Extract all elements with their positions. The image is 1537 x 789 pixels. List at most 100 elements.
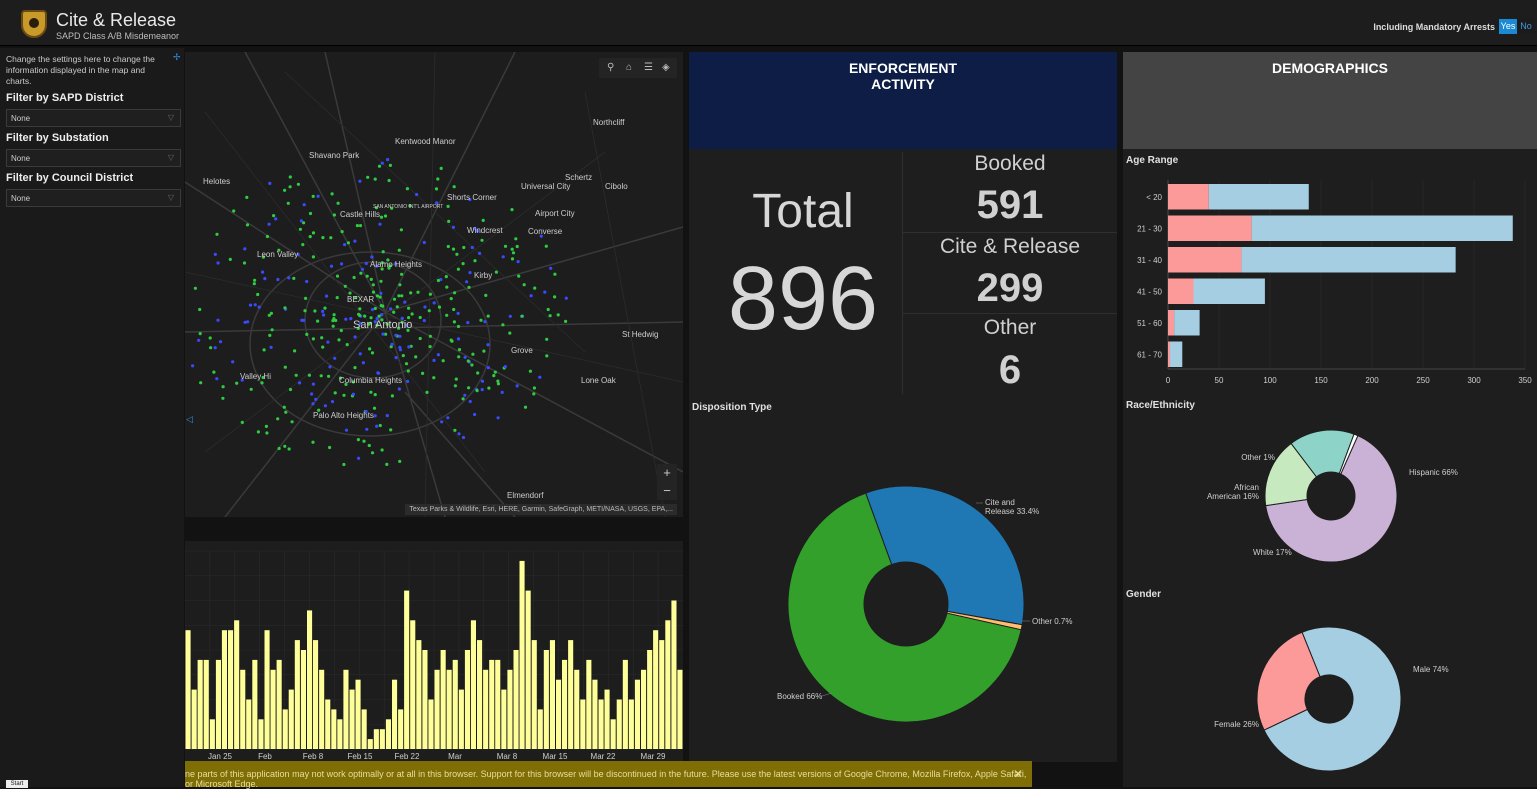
incident-point[interactable]	[482, 349, 486, 353]
incident-point[interactable]	[532, 392, 536, 396]
incident-point[interactable]	[381, 332, 385, 336]
incident-point[interactable]	[436, 353, 440, 357]
incident-point[interactable]	[410, 312, 414, 316]
timeline-bar[interactable]	[221, 630, 227, 749]
incident-point[interactable]	[328, 365, 332, 369]
incident-point[interactable]	[421, 371, 425, 375]
incident-point[interactable]	[516, 260, 520, 264]
timeline-bar[interactable]	[307, 610, 313, 749]
age-bar-segment[interactable]	[1168, 247, 1242, 273]
timeline-bar[interactable]	[392, 679, 398, 749]
incident-point[interactable]	[323, 306, 327, 310]
incident-point[interactable]	[282, 405, 286, 409]
incident-point[interactable]	[330, 192, 334, 196]
incident-point[interactable]	[476, 371, 480, 375]
incident-point[interactable]	[436, 177, 440, 181]
timeline-bar[interactable]	[191, 689, 197, 749]
incident-point[interactable]	[529, 294, 533, 298]
incident-point[interactable]	[283, 365, 287, 369]
incident-point[interactable]	[508, 331, 512, 335]
incident-point[interactable]	[346, 241, 350, 245]
incident-point[interactable]	[375, 424, 379, 428]
timeline-bar[interactable]	[616, 699, 622, 750]
incident-point[interactable]	[441, 359, 445, 363]
timeline-bar[interactable]	[325, 699, 331, 750]
timeline-bar[interactable]	[434, 669, 440, 749]
incident-point[interactable]	[380, 448, 384, 452]
timeline-bar[interactable]	[659, 640, 665, 749]
incident-point[interactable]	[215, 232, 219, 236]
incident-point[interactable]	[245, 195, 249, 199]
incident-point[interactable]	[407, 306, 411, 310]
incident-point[interactable]	[451, 225, 455, 229]
incident-point[interactable]	[479, 318, 483, 322]
timeline-bar[interactable]	[258, 719, 264, 749]
incident-point[interactable]	[260, 381, 264, 385]
timeline-bar[interactable]	[470, 620, 476, 749]
incident-point[interactable]	[310, 392, 314, 396]
incident-point[interactable]	[548, 314, 552, 318]
timeline-bar[interactable]	[246, 699, 252, 750]
incident-point[interactable]	[394, 333, 398, 337]
incident-point[interactable]	[422, 319, 426, 323]
incident-point[interactable]	[343, 243, 347, 247]
incident-point[interactable]	[292, 276, 296, 280]
search-icon[interactable]: ⚲	[607, 62, 614, 73]
incident-point[interactable]	[311, 231, 316, 235]
incident-point[interactable]	[468, 271, 472, 275]
incident-point[interactable]	[358, 313, 362, 317]
timeline-bar[interactable]	[653, 630, 659, 749]
incident-point[interactable]	[287, 276, 291, 280]
incident-point[interactable]	[269, 311, 273, 315]
age-bar-segment[interactable]	[1170, 341, 1183, 368]
incident-point[interactable]	[213, 346, 217, 350]
incident-point[interactable]	[473, 412, 477, 417]
incident-point[interactable]	[418, 315, 422, 320]
incident-point[interactable]	[358, 224, 363, 228]
incident-point[interactable]	[447, 219, 451, 223]
filter-council-select[interactable]: None ▽	[6, 189, 181, 207]
incident-point[interactable]	[463, 393, 467, 397]
incident-point[interactable]	[398, 348, 403, 352]
incident-point[interactable]	[446, 204, 450, 208]
incident-point[interactable]	[403, 300, 407, 304]
timeline-bar[interactable]	[337, 719, 343, 749]
timeline-bar[interactable]	[185, 630, 191, 749]
incident-point[interactable]	[445, 285, 449, 289]
incident-point[interactable]	[305, 279, 309, 284]
incident-point[interactable]	[398, 334, 402, 338]
timeline-bar[interactable]	[452, 659, 458, 749]
timeline-bar[interactable]	[398, 709, 404, 749]
timeline-bar[interactable]	[197, 659, 203, 749]
incident-point[interactable]	[533, 286, 537, 290]
incident-point[interactable]	[327, 374, 331, 378]
incident-point[interactable]	[456, 311, 460, 315]
incident-point[interactable]	[283, 444, 287, 448]
incident-point[interactable]	[385, 462, 389, 466]
incident-point[interactable]	[311, 440, 315, 444]
incident-point[interactable]	[326, 340, 330, 344]
incident-point[interactable]	[246, 320, 250, 324]
incident-point[interactable]	[475, 389, 479, 393]
incident-point[interactable]	[486, 314, 490, 318]
incident-point[interactable]	[353, 335, 357, 339]
incident-point[interactable]	[379, 291, 383, 295]
incident-point[interactable]	[353, 239, 357, 243]
incident-point[interactable]	[405, 187, 409, 191]
incident-point[interactable]	[375, 294, 379, 298]
timeline-bar[interactable]	[240, 669, 246, 749]
incident-point[interactable]	[501, 255, 505, 259]
timeline-bar[interactable]	[501, 689, 507, 749]
incident-point[interactable]	[418, 336, 422, 341]
incident-point[interactable]	[370, 308, 374, 312]
incident-point[interactable]	[370, 451, 375, 455]
incident-point[interactable]	[453, 291, 457, 295]
incident-point[interactable]	[496, 416, 500, 420]
timeline-bar[interactable]	[228, 630, 234, 749]
incident-point[interactable]	[503, 365, 507, 369]
timeline-bar[interactable]	[628, 699, 634, 750]
incident-point[interactable]	[371, 290, 376, 294]
timeline-bar[interactable]	[592, 679, 598, 749]
zoom-out-button[interactable]: −	[657, 482, 677, 500]
incident-point[interactable]	[428, 334, 432, 338]
